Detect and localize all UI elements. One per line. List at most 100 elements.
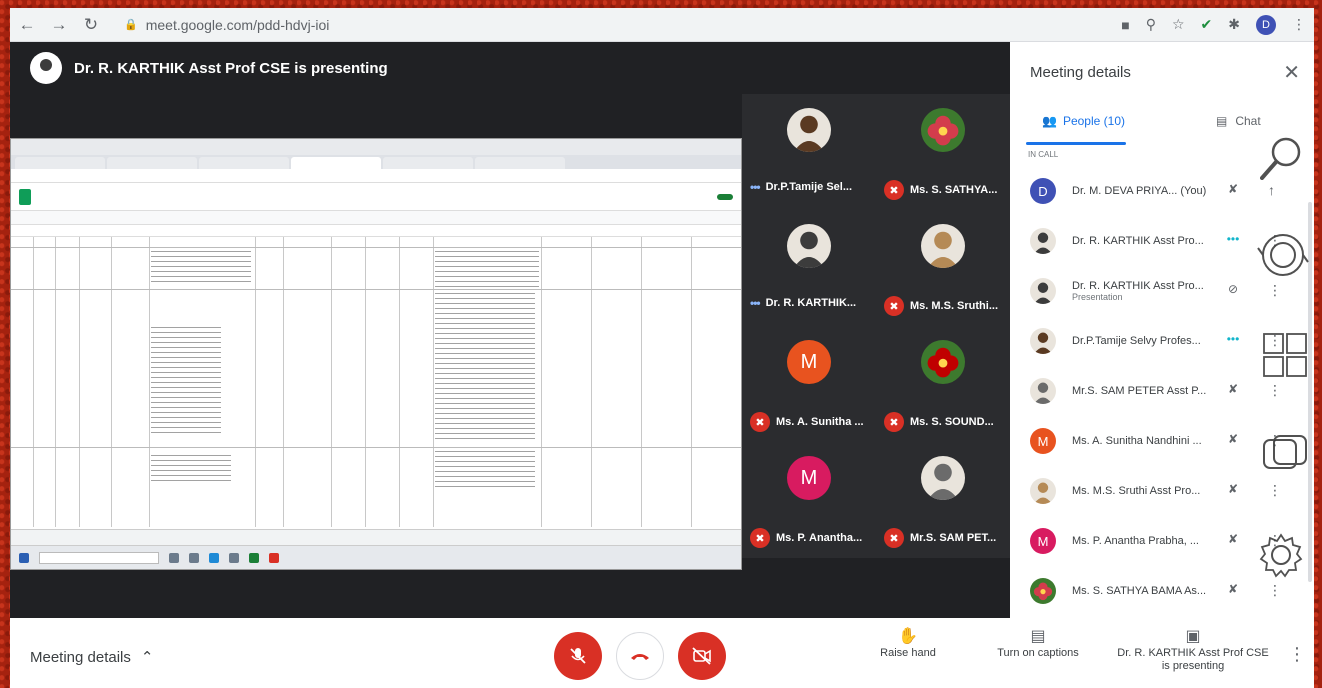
- person-avatar: [1030, 578, 1056, 604]
- screen-frame: ← → ↻ 🔒 meet.google.com/pdd-hdvj-ioi ■ ⚲…: [10, 8, 1314, 688]
- person-text: Mr.S. SAM PETER Asst P...: [1072, 385, 1212, 397]
- sheets-icon: [19, 188, 31, 205]
- speaking-icon[interactable]: •••: [1224, 232, 1242, 246]
- person-name: Dr. M. DEVA PRIYA... (You): [1072, 185, 1207, 197]
- person-text: Dr. R. KARTHIK Asst Pro... Presentation: [1072, 280, 1212, 302]
- participant-tile[interactable]: ✖ Mr.S. SAM PET...: [876, 442, 1010, 558]
- person-avatar: [1030, 328, 1056, 354]
- participant-tile[interactable]: M ✖ Ms. A. Sunitha ...: [742, 326, 876, 442]
- person-name: Dr.P.Tamije Selvy Profes...: [1072, 335, 1201, 347]
- present-off-icon[interactable]: ⊘: [1224, 282, 1242, 296]
- shared-share-button: [717, 193, 733, 200]
- speaking-icon: •••: [750, 296, 761, 310]
- reload-icon[interactable]: ↻: [82, 15, 100, 35]
- more-vert-icon[interactable]: ⋮: [1268, 582, 1282, 599]
- mic-off-icon[interactable]: ✘: [1224, 182, 1242, 196]
- mic-off-icon[interactable]: ✘: [1224, 532, 1242, 546]
- participant-tile[interactable]: M ✖ Ms. P. Anantha...: [742, 442, 876, 558]
- participant-tiles: ••• Dr.P.Tamije Sel... ✖ Ms. S. SATHYA... ••…: [742, 94, 1010, 558]
- more-vert-icon[interactable]: ⋮: [1268, 282, 1282, 299]
- participant-tile[interactable]: ✖ Ms. S. SOUND...: [876, 326, 1010, 442]
- tile-name: Ms. A. Sunitha ...: [776, 416, 864, 428]
- chat-icon: ▤: [1216, 114, 1228, 128]
- url-text: meet.google.com/pdd-hdvj-ioi: [145, 16, 330, 33]
- profile-avatar[interactable]: D: [1256, 14, 1276, 35]
- speaking-icon: •••: [750, 180, 761, 194]
- tile-avatar: [921, 456, 965, 500]
- person-avatar: [1030, 378, 1056, 404]
- person-avatar: [1030, 278, 1056, 304]
- tab-chat[interactable]: ▤ Chat: [1216, 114, 1261, 128]
- mic-off-icon: [570, 648, 586, 664]
- close-icon[interactable]: ✕: [1283, 60, 1300, 85]
- speaking-icon[interactable]: •••: [1224, 332, 1242, 346]
- hang-up-icon: [631, 654, 649, 660]
- raise-hand-button[interactable]: ✋ Raise hand: [868, 629, 948, 660]
- tile-name-row: ✖ Ms. A. Sunitha ...: [750, 412, 864, 432]
- present-screen-icon: ▣: [1185, 628, 1201, 645]
- pin-icon[interactable]: ↑: [1268, 182, 1275, 198]
- mic-off-button[interactable]: [554, 632, 602, 680]
- menu-icon[interactable]: ⋮: [1292, 16, 1306, 33]
- person-text: Ms. A. Sunitha Nandhini ...: [1072, 435, 1212, 447]
- captions-label: Turn on captions: [997, 647, 1079, 659]
- presenting-button[interactable]: ▣ Dr. R. KARTHIK Asst Prof CSE is presen…: [1112, 628, 1274, 673]
- participant-tile[interactable]: ✖ Ms. M.S. Sruthi...: [876, 210, 1010, 326]
- tile-name: Ms. M.S. Sruthi...: [910, 300, 999, 312]
- mic-off-icon[interactable]: ✘: [1224, 382, 1242, 396]
- camera-off-button[interactable]: [678, 632, 726, 680]
- mic-off-icon: ✖: [884, 528, 904, 548]
- shared-screen: [10, 138, 742, 570]
- tile-name: Dr. R. KARTHIK...: [765, 297, 857, 309]
- presenter-title: Dr. R. KARTHIK Asst Prof CSE is presenti…: [74, 59, 388, 77]
- zoom-icon[interactable]: ⚲: [1146, 16, 1156, 33]
- tile-name-row: ✖ Ms. S. SATHYA...: [884, 180, 997, 200]
- participant-tile[interactable]: ••• Dr. R. KARTHIK...: [742, 210, 876, 326]
- star-icon[interactable]: ☆: [1172, 16, 1185, 33]
- more-vert-icon[interactable]: ⋮: [1268, 482, 1282, 499]
- person-name: Dr. R. KARTHIK Asst Pro...: [1072, 280, 1204, 292]
- magnifier-icon: [1260, 137, 1301, 180]
- settings-gear-icon: [1259, 533, 1303, 578]
- more-options-icon[interactable]: ⋮: [1288, 644, 1306, 665]
- person-name: Dr. R. KARTHIK Asst Pro...: [1072, 235, 1204, 247]
- mic-off-icon[interactable]: ✘: [1224, 482, 1242, 496]
- tile-name: Ms. S. SOUND...: [910, 416, 994, 428]
- person-subtitle: Presentation: [1072, 292, 1123, 302]
- participant-tile[interactable]: ✖ Ms. S. SATHYA...: [876, 94, 1010, 210]
- person-text: Dr. R. KARTHIK Asst Pro...: [1072, 235, 1212, 247]
- tile-avatar: M: [787, 456, 831, 500]
- puzzle-icon[interactable]: ✱: [1228, 16, 1240, 33]
- mic-off-icon: ✖: [884, 180, 904, 200]
- spreadsheet-grid: [11, 237, 741, 527]
- captions-button[interactable]: ▤ Turn on captions: [986, 629, 1090, 660]
- tile-name: Ms. S. SATHYA...: [910, 184, 998, 196]
- tile-name-row: ✖ Ms. P. Anantha...: [750, 528, 862, 548]
- tile-name-row: ••• Dr. R. KARTHIK...: [750, 296, 856, 310]
- shared-toolbar: [11, 211, 741, 225]
- person-text: Ms. P. Anantha Prabha, ...: [1072, 535, 1212, 547]
- back-icon[interactable]: ←: [18, 15, 36, 35]
- tile-name-row: ✖ Ms. S. SOUND...: [884, 412, 994, 432]
- shared-browser-bar: [11, 139, 741, 155]
- meeting-details-button[interactable]: Meeting details ⌃: [30, 648, 153, 667]
- person-name: Ms. S. SATHYA BAMA As...: [1072, 585, 1207, 597]
- shared-doc-title: [11, 183, 741, 211]
- mic-off-icon[interactable]: ✘: [1224, 432, 1242, 446]
- participant-tile[interactable]: ••• Dr.P.Tamije Sel...: [742, 94, 876, 210]
- mic-off-icon[interactable]: ✘: [1224, 582, 1242, 596]
- tab-people[interactable]: 👥 People (10): [1042, 114, 1125, 128]
- shared-taskbar: [11, 545, 741, 569]
- meeting-details-label: Meeting details: [30, 648, 131, 666]
- camera-icon[interactable]: ■: [1121, 17, 1129, 33]
- shared-tabs: [11, 155, 741, 169]
- forward-icon[interactable]: →: [50, 15, 68, 35]
- check-icon[interactable]: ✔: [1201, 16, 1213, 33]
- active-tab-indicator: [1026, 142, 1126, 145]
- more-vert-icon[interactable]: ⋮: [1268, 382, 1282, 399]
- people-icon: 👥: [1042, 114, 1057, 128]
- address-bar[interactable]: 🔒 meet.google.com/pdd-hdvj-ioi: [114, 13, 1107, 37]
- tile-name-row: ••• Dr.P.Tamije Sel...: [750, 180, 852, 194]
- panel-title: Meeting details: [1030, 64, 1131, 81]
- leave-call-button[interactable]: [616, 632, 664, 680]
